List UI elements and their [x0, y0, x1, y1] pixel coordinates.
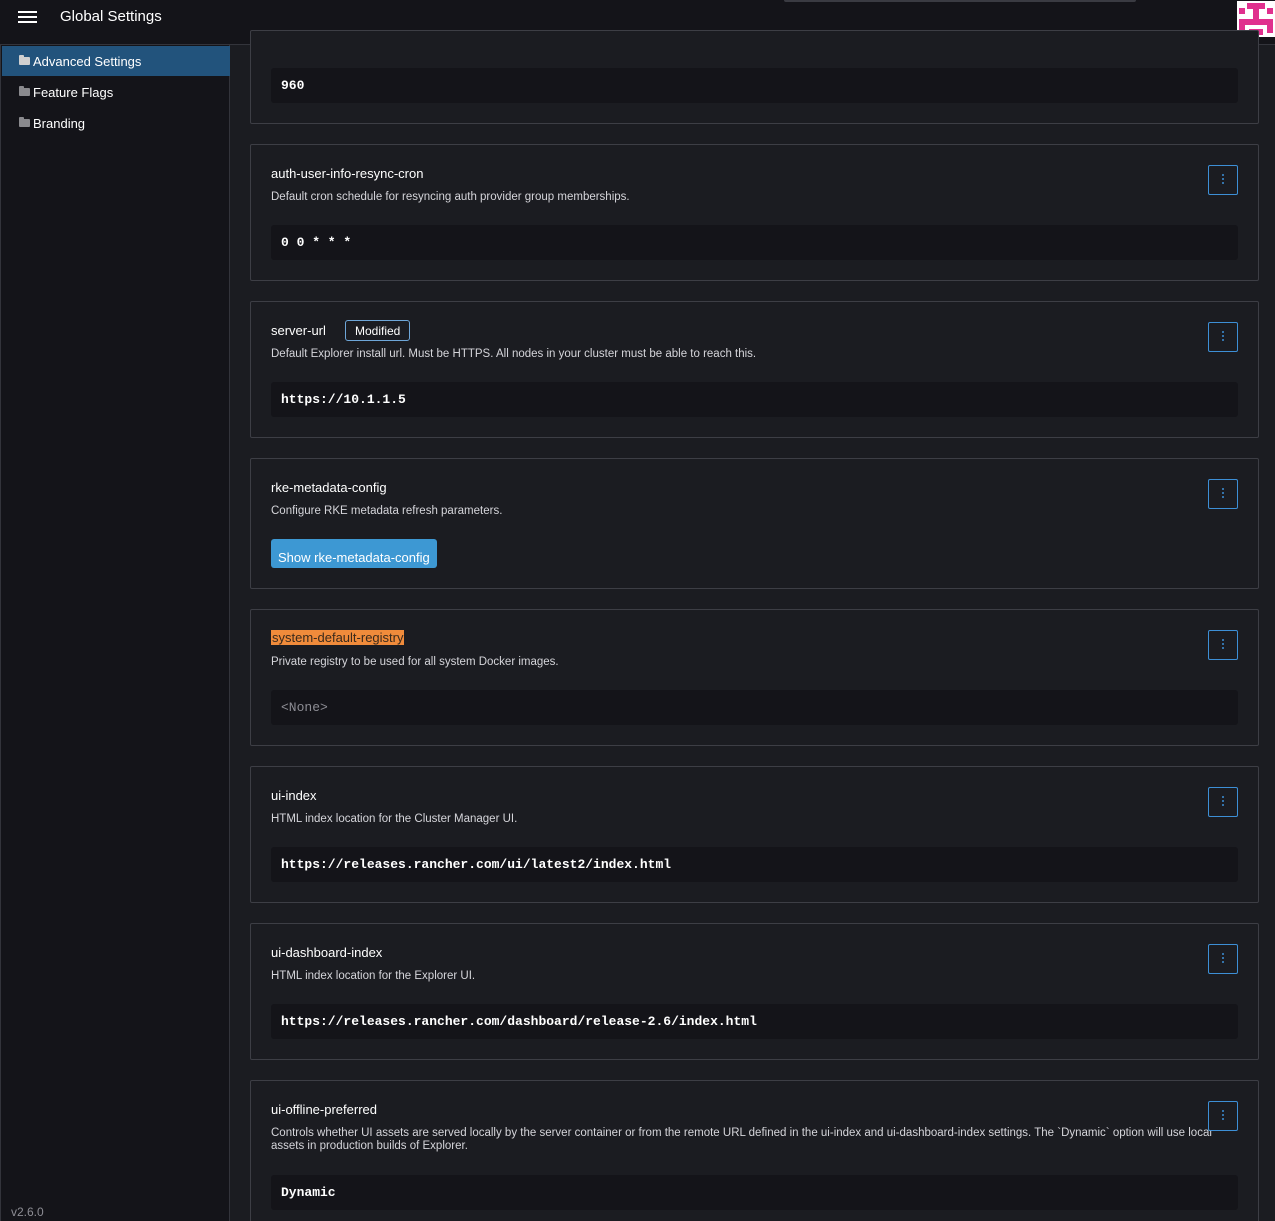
kebab-icon: [1222, 174, 1224, 186]
setting-name: system-default-registry: [271, 630, 405, 645]
setting-description: Controls whether UI assets are served lo…: [271, 1127, 1212, 1152]
setting-value: https://releases.rancher.com/ui/latest2/…: [271, 847, 1238, 882]
setting-menu-button[interactable]: [1208, 787, 1238, 817]
setting-description: Default Explorer install url. Must be HT…: [271, 348, 757, 360]
sidebar-item-feature-flags[interactable]: Feature Flags: [2, 77, 230, 107]
sidebar-item-label: Feature Flags: [33, 85, 114, 100]
folder-open-icon: [19, 55, 30, 65]
setting-value: Dynamic: [271, 1175, 1238, 1210]
sidebar-item-advanced-settings[interactable]: Advanced Settings: [2, 46, 230, 76]
show-rke-metadata-config-button[interactable]: Show rke-metadata-config: [271, 539, 437, 568]
page-title: Global Settings: [60, 8, 162, 25]
kebab-icon: [1222, 1110, 1224, 1122]
setting-card-auth-user-info-resync-cron: auth-user-info-resync-cron Default cron …: [250, 144, 1259, 281]
setting-value: 960: [271, 68, 1238, 103]
setting-description: HTML index location for the Cluster Mana…: [271, 813, 518, 825]
search-bar[interactable]: [784, 0, 1136, 2]
setting-card-ui-offline-preferred: ui-offline-preferred Controls whether UI…: [250, 1080, 1259, 1221]
setting-description: Default cron schedule for resyncing auth…: [271, 191, 630, 203]
setting-card-rke-metadata-config: rke-metadata-config Configure RKE metada…: [250, 458, 1259, 589]
kebab-icon: [1222, 796, 1224, 808]
sidebar-item-label: Branding: [33, 116, 86, 131]
kebab-icon: [1222, 953, 1224, 965]
setting-description: Private registry to be used for all syst…: [271, 656, 559, 668]
setting-menu-button[interactable]: [1208, 630, 1238, 660]
kebab-icon: [1222, 331, 1224, 343]
kebab-icon: [1222, 639, 1224, 651]
setting-name: ui-index: [271, 788, 317, 803]
setting-menu-button[interactable]: [1208, 944, 1238, 974]
kebab-icon: [1222, 488, 1224, 500]
setting-name: ui-offline-preferred: [271, 1102, 377, 1117]
setting-card-system-default-registry: system-default-registry Private registry…: [250, 609, 1259, 746]
setting-value: <None>: [271, 690, 1238, 725]
setting-menu-button[interactable]: [1208, 165, 1238, 195]
setting-card-server-url: server-url Modified Default Explorer ins…: [250, 301, 1259, 438]
setting-name: auth-user-info-resync-cron: [271, 166, 424, 181]
setting-description: Configure RKE metadata refresh parameter…: [271, 505, 503, 517]
setting-name: rke-metadata-config: [271, 480, 387, 495]
sidebar-item-branding[interactable]: Branding: [2, 108, 230, 138]
sidebar: Advanced Settings Feature Flags Branding…: [0, 45, 230, 1221]
setting-value: 0 0 * * *: [271, 225, 1238, 260]
folder-icon: [19, 117, 30, 127]
version-label: v2.6.0: [11, 1205, 44, 1219]
setting-menu-button[interactable]: [1208, 479, 1238, 509]
setting-card: 960: [250, 30, 1259, 124]
folder-icon: [19, 86, 30, 96]
setting-menu-button[interactable]: [1208, 322, 1238, 352]
setting-card-ui-index: ui-index HTML index location for the Clu…: [250, 766, 1259, 903]
setting-value: https://releases.rancher.com/dashboard/r…: [271, 1004, 1238, 1039]
setting-name: server-url: [271, 323, 326, 338]
modified-badge: Modified: [345, 320, 411, 341]
setting-description: HTML index location for the Explorer UI.: [271, 970, 476, 982]
setting-menu-button[interactable]: [1208, 1101, 1238, 1131]
setting-card-ui-dashboard-index: ui-dashboard-index HTML index location f…: [250, 923, 1259, 1060]
setting-value: https://10.1.1.5: [271, 382, 1238, 417]
setting-name: ui-dashboard-index: [271, 945, 383, 960]
sidebar-item-label: Advanced Settings: [33, 54, 142, 69]
hamburger-icon[interactable]: [18, 10, 38, 26]
